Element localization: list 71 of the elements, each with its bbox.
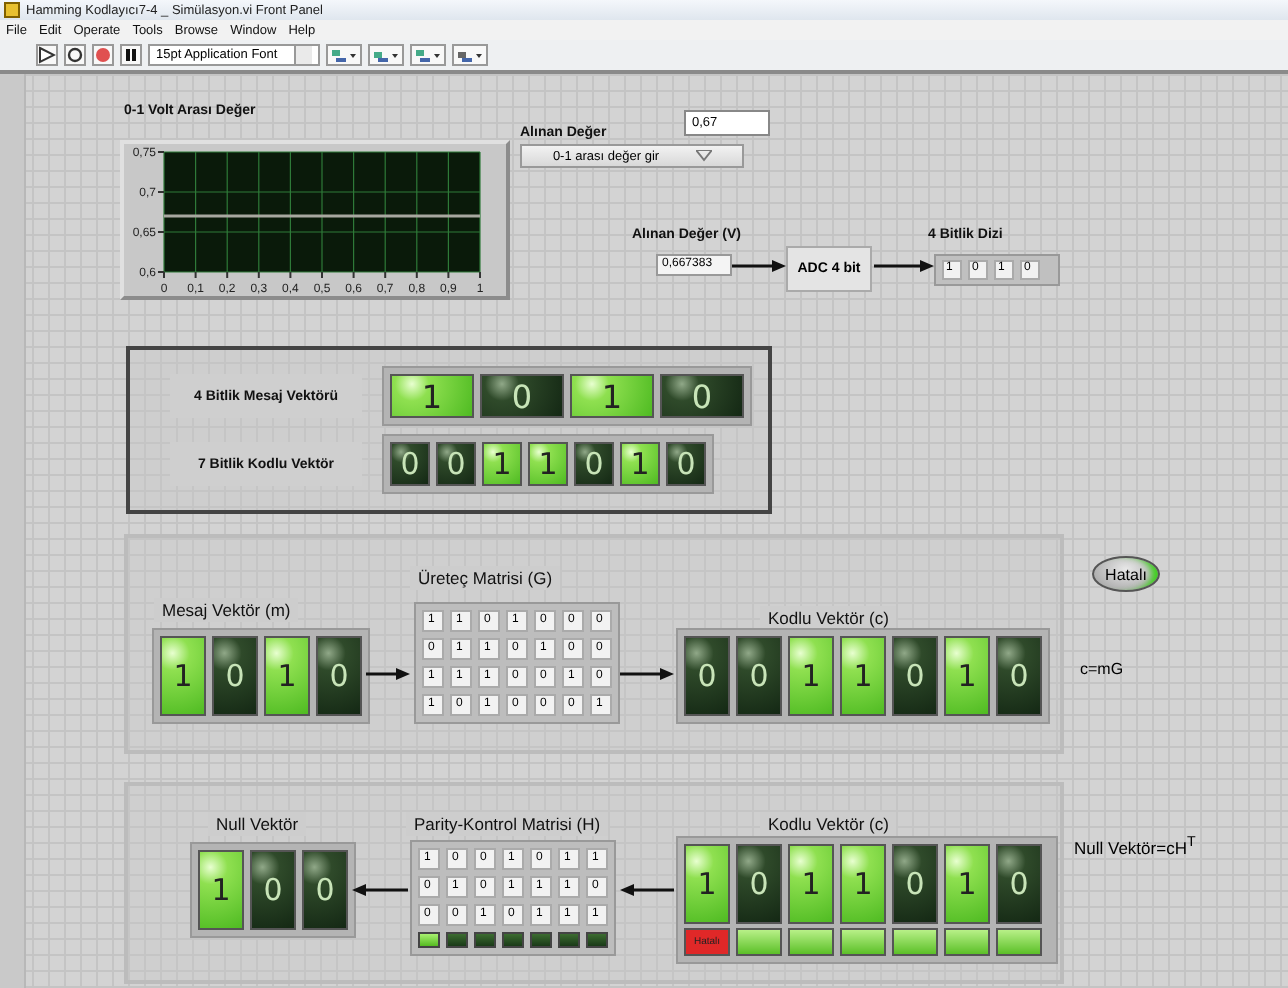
led-indicator: 0 [316,636,362,716]
app-icon [4,2,20,18]
vector-label: Kodlu Vektör (c) [760,812,897,836]
run-arrow-icon [38,46,56,64]
arrow [366,668,410,680]
reorder-button[interactable] [451,44,488,66]
led-indicator: 0 [390,442,430,486]
layout-icon [371,47,400,63]
vector-label: Mesaj Vektör (m) [154,598,299,622]
led-indicator: 0 [302,850,348,930]
vector-label: Kodlu Vektör (c) [760,606,897,630]
led-indicator: 1 [198,850,244,930]
layout-icon [455,47,484,63]
led-indicator: 0 [250,850,296,930]
matrix-label: Üreteç Matrisi (G) [410,566,561,590]
distribute-objects-button[interactable] [367,44,404,66]
led-indicator: 0 [736,636,782,716]
led-indicator: 0 [996,636,1042,716]
error-toggle[interactable] [996,928,1042,956]
led-indicator: 0 [892,636,938,716]
matrix-label: Parity-Kontrol Matrisi (H) [406,812,609,836]
led-indicator: 1 [944,636,990,716]
resize-objects-button[interactable] [409,44,446,66]
error-toggle[interactable] [840,928,886,956]
led-indicator: 1 [944,844,990,924]
led-indicator: 1 [684,844,730,924]
layout-icon [329,47,358,63]
error-toggle[interactable] [892,928,938,956]
led-indicator: 1 [570,374,654,418]
led-indicator: 1 [840,844,886,924]
run-continuously-button[interactable] [64,44,86,66]
led-indicator: 0 [996,844,1042,924]
led-indicator: 1 [264,636,310,716]
led-indicator: 0 [684,636,730,716]
run-button[interactable] [36,44,58,66]
vector-label: Null Vektör [208,812,307,836]
error-button[interactable]: Hatalı [1092,556,1160,592]
error-toggle[interactable] [736,928,782,956]
arrow [874,260,934,272]
circle-icon [66,46,84,64]
led-indicator: 1 [528,442,568,486]
led-indicator: 0 [574,442,614,486]
led-indicator: 1 [160,636,206,716]
pause-icon [122,46,140,64]
error-toggle[interactable] [944,928,990,956]
led-indicator: 1 [788,844,834,924]
stop-icon [94,46,112,64]
align-objects-button[interactable] [325,44,362,66]
led-indicator: 1 [390,374,474,418]
formula-label: c=mG [1080,660,1124,678]
led-indicator: 0 [212,636,258,716]
led-indicator: 0 [660,374,744,418]
arrow [620,884,674,896]
caret-icon [695,150,712,162]
formula-label: Null Vektör=cH$^{T}$ [1074,834,1196,858]
arrow [620,668,674,680]
arrow [732,260,786,272]
abort-button[interactable] [92,44,114,66]
led-indicator: 1 [620,442,660,486]
led-indicator: 1 [482,442,522,486]
led-indicator: 0 [736,844,782,924]
arrow [352,884,408,896]
led-indicator: 0 [892,844,938,924]
layout-icon [413,47,442,63]
led-indicator: 1 [788,636,834,716]
led-indicator: 0 [666,442,706,486]
led-indicator: 1 [840,636,886,716]
error-toggle[interactable] [788,928,834,956]
led-indicator: 0 [480,374,564,418]
pause-button[interactable] [120,44,142,66]
led-indicator: 0 [436,442,476,486]
